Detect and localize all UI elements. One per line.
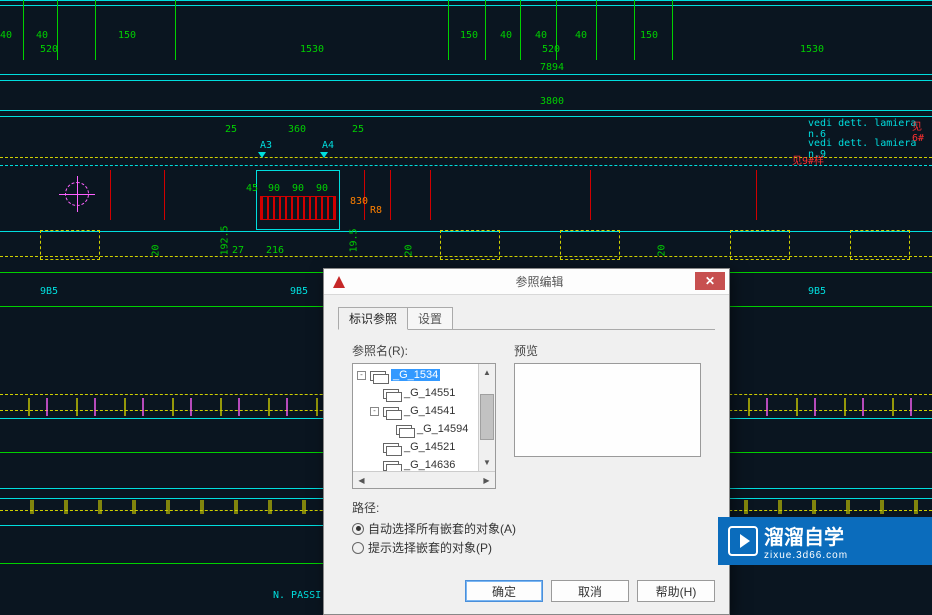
dim-text: 150 [640, 30, 658, 41]
section-arrow-icon [258, 152, 266, 158]
tree-node-label: _G_14521 [404, 441, 455, 453]
tree-node[interactable]: _G_14521 [355, 438, 493, 456]
tree-node-label: _G_14551 [404, 387, 455, 399]
reference-edit-dialog: 参照编辑 ✕ 标识参照 设置 参照名(R): -_G_1534_G_14551-… [323, 268, 730, 615]
annotation: vedi dett. lamiera n.9 [808, 138, 932, 160]
ref-text: 830 [350, 196, 368, 207]
dim-text: 25 [225, 124, 237, 135]
tree-horizontal-scrollbar[interactable]: ◀ ▶ [353, 471, 495, 488]
dim-text: 40 [575, 30, 587, 41]
dim-text: 40 [535, 30, 547, 41]
scroll-thumb[interactable] [480, 394, 494, 440]
tree-node-label: _G_14636 [404, 459, 455, 471]
dim-text: 40 [500, 30, 512, 41]
block-ref-icon [383, 441, 401, 453]
block-ref-icon [383, 459, 401, 471]
dim-text: 7894 [540, 62, 564, 73]
section-arrow-icon [320, 152, 328, 158]
dim-text: 1530 [800, 44, 824, 55]
radio-label: 自动选择所有嵌套的对象(A) [368, 520, 516, 537]
tree-node-label: _G_14541 [404, 405, 455, 417]
dim-text: 27 [232, 245, 244, 256]
block-ref-icon [383, 405, 401, 417]
radio-icon [352, 523, 364, 535]
dim-text: 20 [404, 244, 415, 256]
dialog-titlebar[interactable]: 参照编辑 ✕ [324, 269, 729, 295]
close-button[interactable]: ✕ [695, 272, 725, 290]
dialog-title: 参照编辑 [350, 273, 729, 290]
radio-icon [352, 542, 364, 554]
annotation: 见9#样 [792, 152, 824, 167]
ref-text: R8 [370, 205, 382, 216]
tree-node[interactable]: - _G_1534 [355, 366, 493, 384]
tree-node[interactable]: _G_14551 [355, 384, 493, 402]
reference-tree[interactable]: - _G_1534 _G_14551 - _G_14541 _G_14594 _G_1452… [352, 363, 496, 489]
tab-settings[interactable]: 设置 [407, 307, 453, 330]
dim-text: 90 [292, 183, 304, 194]
dim-text: 360 [288, 124, 306, 135]
dim-text: 150 [118, 30, 136, 41]
section-marker: A4 [322, 140, 334, 151]
dim-text: 25 [352, 124, 364, 135]
cancel-button[interactable]: 取消 [551, 580, 629, 602]
tree-vertical-scrollbar[interactable]: ▲ ▼ [478, 364, 495, 471]
dim-text: 520 [542, 44, 560, 55]
preview-label: 预览 [514, 342, 701, 359]
section-marker: A3 [260, 140, 272, 151]
dim-text: 192.5 [220, 225, 231, 255]
tree-node[interactable]: _G_14594 [355, 420, 493, 438]
radio-auto-select[interactable]: 自动选择所有嵌套的对象(A) [352, 520, 701, 537]
dim-text: 20 [657, 244, 668, 256]
tree-node-label: _G_1534 [391, 369, 440, 381]
watermark-title: 溜溜自学 [764, 521, 848, 550]
app-icon [328, 271, 350, 293]
dim-text: 90 [268, 183, 280, 194]
block-ref-icon [370, 369, 388, 381]
tab-identify-reference[interactable]: 标识参照 [338, 307, 408, 330]
dim-text: 19.5 [349, 228, 360, 252]
path-label: 路径: [352, 499, 701, 516]
dim-text: 45 [246, 183, 258, 194]
scroll-down-icon[interactable]: ▼ [479, 454, 495, 471]
block-ref-icon [383, 387, 401, 399]
help-button[interactable]: 帮助(H) [637, 580, 715, 602]
beam-label: 9B5 [290, 286, 308, 297]
tree-node-label: _G_14594 [417, 423, 468, 435]
dim-text: 520 [40, 44, 58, 55]
beam-label: 9B5 [808, 286, 826, 297]
dim-text: 90 [316, 183, 328, 194]
dim-text: 40 [36, 30, 48, 41]
radio-label: 提示选择嵌套的对象(P) [368, 539, 492, 556]
watermark-banner: 溜溜自学 zixue.3d66.com [718, 517, 932, 565]
scroll-left-icon[interactable]: ◀ [353, 472, 370, 489]
ok-button[interactable]: 确定 [465, 580, 543, 602]
close-icon: ✕ [705, 274, 715, 288]
block-ref-icon [396, 423, 414, 435]
reference-name-label: 参照名(R): [352, 342, 496, 359]
dim-text: 20 [151, 244, 162, 256]
tree-toggle-icon[interactable]: - [370, 407, 379, 416]
preview-pane [514, 363, 701, 457]
dim-text: 1530 [300, 44, 324, 55]
dialog-tabs: 标识参照 设置 [338, 307, 715, 330]
dim-40: 40 [0, 30, 12, 41]
scroll-right-icon[interactable]: ▶ [478, 472, 495, 489]
radio-prompt-select[interactable]: 提示选择嵌套的对象(P) [352, 539, 701, 556]
dim-text: 150 [460, 30, 478, 41]
watermark-url: zixue.3d66.com [764, 550, 848, 561]
beam-label: 9B5 [40, 286, 58, 297]
tree-toggle-icon[interactable]: - [357, 371, 366, 380]
play-icon [728, 526, 758, 556]
annotation: N. PASSI [273, 590, 321, 601]
scroll-up-icon[interactable]: ▲ [479, 364, 495, 381]
dim-text: 216 [266, 245, 284, 256]
dim-text: 3800 [540, 96, 564, 107]
tree-node[interactable]: - _G_14541 [355, 402, 493, 420]
